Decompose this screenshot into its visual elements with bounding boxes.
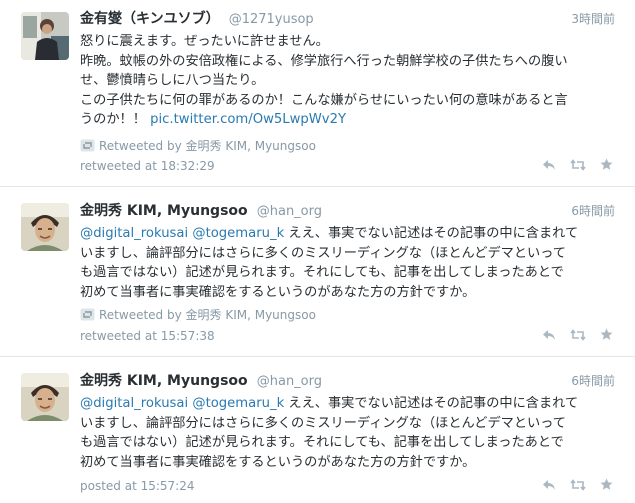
avatar[interactable] [21, 12, 69, 60]
tweet-line-text: ええ、事実でない記述はその記事の中に含まれて [284, 396, 579, 411]
retweet-icon[interactable] [570, 478, 586, 491]
favorite-icon[interactable] [600, 158, 613, 171]
tweet-footer: retweeted at 15:57:38 [80, 329, 215, 343]
tweet-content: 金明秀 KIM, Myungsoo @han_org 6時間前 @digital… [80, 370, 615, 472]
reply-icon[interactable] [542, 479, 556, 491]
tweet-line: @digital_rokusai @togemaru_k ええ、事実でない記述は… [80, 224, 615, 244]
tweet-line: 初めて当事者に事実確認をするというのがあなた方の方針ですか。 [80, 454, 476, 470]
media-link[interactable]: pic.twitter.com/Ow5LwpWv2Y [150, 112, 346, 127]
retweeted-by: Retweeted by 金明秀 KIM, Myungsoo [80, 306, 316, 323]
tweet-actions [542, 478, 613, 491]
tweet-text: @digital_rokusai @togemaru_k ええ、事実でない記述は… [80, 224, 615, 302]
tweet-line-text: うのか！！ [80, 112, 146, 128]
user-handle[interactable]: @han_org [257, 374, 322, 389]
tweet-footer: retweeted at 18:32:29 [80, 159, 215, 173]
tweet-line: @digital_rokusai @togemaru_k ええ、事実でない記述は… [80, 394, 615, 414]
tweet-header: 金有燮（キンユソブ） @1271yusop 3時間前 [80, 8, 615, 30]
tweet-line: 怒りに震えます。ぜったいに許せません。 [80, 34, 329, 49]
retweeted-by: Retweeted by 金明秀 KIM, Myungsoo [80, 137, 316, 154]
avatar[interactable] [21, 373, 69, 421]
retweet-icon [80, 308, 95, 321]
tweet-line: も過言ではない）記述が見られます。それにしても、記事を出してしまったあとで [80, 265, 564, 281]
retweet-icon[interactable] [570, 328, 586, 341]
timestamp[interactable]: 3時間前 [571, 10, 615, 27]
user-handle[interactable]: @han_org [257, 204, 322, 219]
tweet-line: うのか！！ pic.twitter.com/Ow5LwpWv2Y [80, 110, 615, 130]
mention-link[interactable]: @togemaru_k [192, 396, 284, 411]
retweeted-by-label[interactable]: Retweeted by 金明秀 KIM, Myungsoo [99, 306, 316, 323]
tweet-line: せ、鬱憤晴らしに八つ当たり。 [80, 73, 265, 89]
tweet-line-text: ええ、事実でない記述はその記事の中に含まれて [284, 226, 579, 241]
tweet-content: 金明秀 KIM, Myungsoo @han_org 6時間前 @digital… [80, 200, 615, 302]
timestamp[interactable]: 6時間前 [571, 202, 615, 219]
tweet-line: この子供たちに何の罪があるのか！こんな嫌がらせにいったい何の意味があると言 [80, 92, 568, 108]
favorite-icon[interactable] [600, 478, 613, 491]
tweet[interactable]: 金明秀 KIM, Myungsoo @han_org 6時間前 @digital… [0, 356, 635, 503]
retweeted-by-label[interactable]: Retweeted by 金明秀 KIM, Myungsoo [99, 137, 316, 154]
tweet-text: @digital_rokusai @togemaru_k ええ、事実でない記述は… [80, 394, 615, 472]
tweet-line: も過言ではない）記述が見られます。それにしても、記事を出してしまったあとで [80, 435, 564, 451]
tweet[interactable]: 金有燮（キンユソブ） @1271yusop 3時間前 怒りに震えます。ぜったいに… [0, 0, 635, 187]
tweet-footer: posted at 15:57:24 [80, 479, 195, 493]
tweet-header: 金明秀 KIM, Myungsoo @han_org 6時間前 [80, 200, 615, 222]
tweet-text: 怒りに震えます。ぜったいに許せません。 昨晩。蚊帳の外の安倍政権による、修学旅行… [80, 32, 615, 130]
user-name[interactable]: 金明秀 KIM, Myungsoo [80, 203, 248, 219]
timestamp[interactable]: 6時間前 [571, 372, 615, 389]
tweet-line: 初めて当事者に事実確認をするというのがあなた方の方針ですか。 [80, 284, 476, 300]
reply-icon[interactable] [542, 159, 556, 171]
tweet-actions [542, 158, 613, 171]
retweet-icon [80, 139, 95, 152]
tweet-line: 昨晩。蚊帳の外の安倍政権による、修学旅行へ行った朝鮮学校の子供たちへの腹い [80, 53, 568, 69]
user-handle[interactable]: @1271yusop [229, 12, 314, 27]
user-name[interactable]: 金明秀 KIM, Myungsoo [80, 373, 248, 389]
mention-link[interactable]: @togemaru_k [192, 226, 284, 241]
tweet-line: いますし、論評部分にはさらに多くのミスリーディングな（ほとんどデマといって [80, 415, 566, 431]
mention-link[interactable]: @digital_rokusai [80, 396, 188, 411]
tweet-content: 金有燮（キンユソブ） @1271yusop 3時間前 怒りに震えます。ぜったいに… [80, 8, 615, 130]
tweet[interactable]: 金明秀 KIM, Myungsoo @han_org 6時間前 @digital… [0, 186, 635, 357]
retweet-icon[interactable] [570, 158, 586, 171]
reply-icon[interactable] [542, 329, 556, 341]
favorite-icon[interactable] [600, 328, 613, 341]
user-name[interactable]: 金有燮（キンユソブ） [80, 11, 220, 27]
tweet-header: 金明秀 KIM, Myungsoo @han_org 6時間前 [80, 370, 615, 392]
avatar[interactable] [21, 203, 69, 251]
tweet-line: いますし、論評部分にはさらに多くのミスリーディングな（ほとんどデマといって [80, 245, 566, 261]
tweet-actions [542, 328, 613, 341]
mention-link[interactable]: @digital_rokusai [80, 226, 188, 241]
